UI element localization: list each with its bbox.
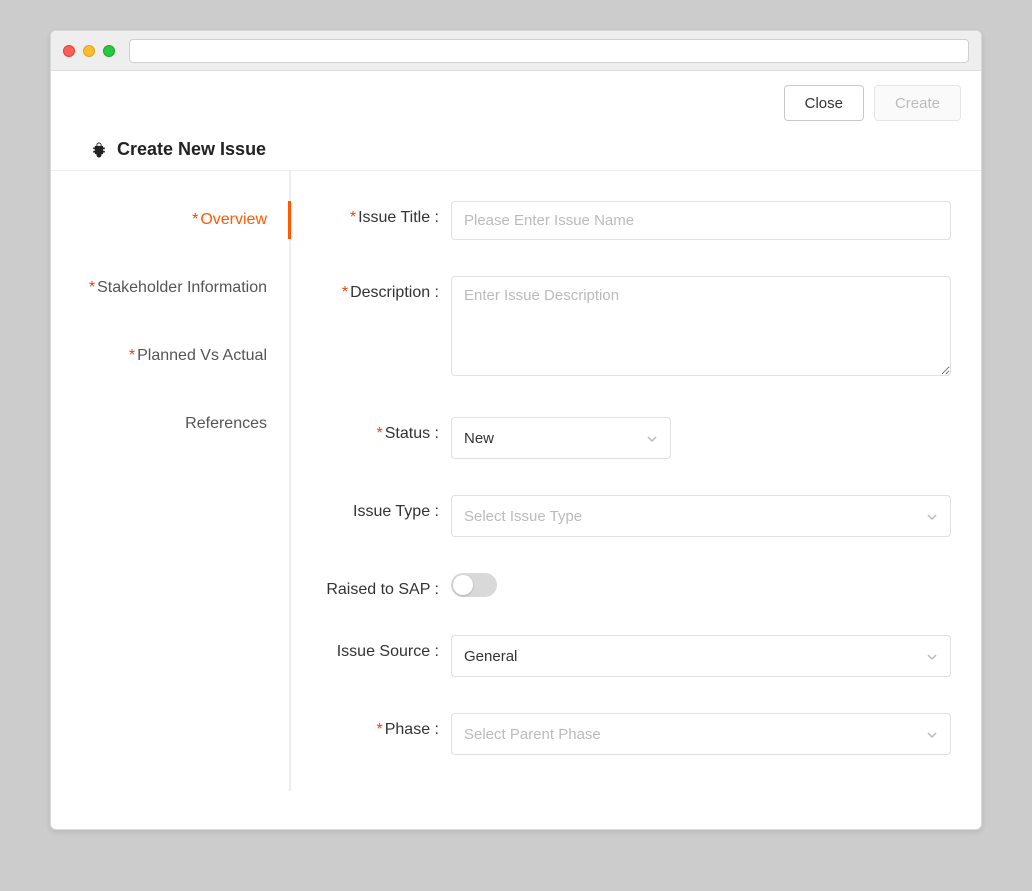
window-minimize-icon[interactable] (83, 45, 95, 57)
required-asterisk: * (192, 211, 198, 228)
phase-select[interactable]: Select Parent Phase (451, 713, 951, 755)
page-title: Create New Issue (117, 139, 266, 160)
chevron-down-icon (926, 728, 938, 740)
issue-source-label: Issue Source : (301, 635, 451, 661)
window-zoom-icon[interactable] (103, 45, 115, 57)
issue-title-label: *Issue Title : (301, 201, 451, 227)
close-button[interactable]: Close (784, 85, 864, 121)
phase-placeholder: Select Parent Phase (464, 726, 601, 743)
window-controls (63, 45, 115, 57)
sidebar-item-stakeholder-information[interactable]: *Stakeholder Information (51, 269, 289, 307)
section-header: Create New Issue (51, 129, 981, 171)
raised-to-sap-toggle[interactable] (451, 573, 497, 597)
bug-icon (89, 140, 109, 160)
form-overview: *Issue Title : *Description : *Status : (291, 171, 981, 791)
chevron-down-icon (926, 510, 938, 522)
chevron-down-icon (646, 432, 658, 444)
sidebar-item-label: Overview (200, 211, 267, 228)
description-textarea[interactable] (451, 276, 951, 376)
status-label: *Status : (301, 417, 451, 443)
create-button: Create (874, 85, 961, 121)
browser-chrome (51, 31, 981, 71)
sidebar-item-planned-vs-actual[interactable]: *Planned Vs Actual (51, 337, 289, 375)
sidebar-item-label: Planned Vs Actual (137, 347, 267, 364)
phase-label: *Phase : (301, 713, 451, 739)
page-content: Close Create Create New Issue *Overview … (51, 71, 981, 829)
status-value: New (464, 430, 494, 447)
issue-type-label: Issue Type : (301, 495, 451, 521)
window-close-icon[interactable] (63, 45, 75, 57)
required-asterisk: * (129, 347, 135, 364)
action-toolbar: Close Create (51, 71, 981, 129)
issue-title-input[interactable] (451, 201, 951, 240)
sidebar-item-label: References (185, 415, 267, 432)
sidebar-item-label: Stakeholder Information (97, 279, 267, 296)
sidebar: *Overview *Stakeholder Information *Plan… (51, 171, 291, 791)
description-label: *Description : (301, 276, 451, 302)
toggle-knob (453, 575, 473, 595)
status-select[interactable]: New (451, 417, 671, 459)
sidebar-item-overview[interactable]: *Overview (51, 201, 289, 239)
url-bar[interactable] (129, 39, 969, 63)
issue-source-select[interactable]: General (451, 635, 951, 677)
sidebar-item-references[interactable]: References (51, 405, 289, 443)
chevron-down-icon (926, 650, 938, 662)
issue-type-placeholder: Select Issue Type (464, 508, 582, 525)
raised-to-sap-label: Raised to SAP : (301, 573, 451, 599)
required-asterisk: * (89, 279, 95, 296)
issue-type-select[interactable]: Select Issue Type (451, 495, 951, 537)
browser-window: Close Create Create New Issue *Overview … (50, 30, 982, 830)
issue-source-value: General (464, 648, 517, 665)
